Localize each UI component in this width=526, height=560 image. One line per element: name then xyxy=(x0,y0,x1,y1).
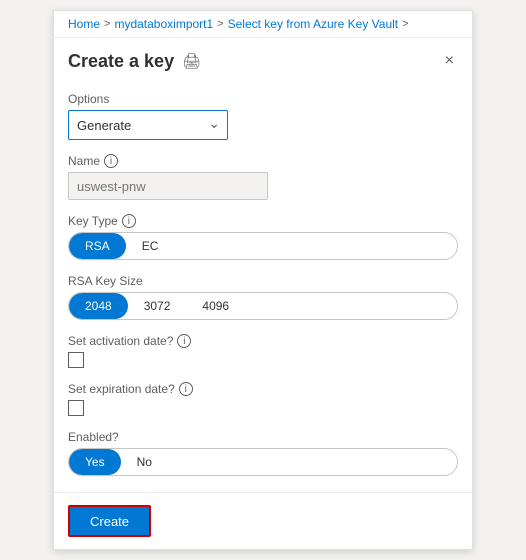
breadcrumb-sep2: > xyxy=(217,18,223,30)
activation-date-label: Set activation date? i xyxy=(68,334,458,348)
key-type-rsa-button[interactable]: RSA xyxy=(69,233,126,259)
enabled-no-button[interactable]: No xyxy=(121,449,168,475)
expiration-date-label: Set expiration date? i xyxy=(68,382,458,396)
key-type-field: Key Type i RSA EC xyxy=(68,214,458,260)
key-type-info-icon[interactable]: i xyxy=(122,214,136,228)
enabled-toggle: Yes No xyxy=(68,448,458,476)
activation-info-icon[interactable]: i xyxy=(177,334,191,348)
breadcrumb-sep1: > xyxy=(104,18,110,30)
name-label: Name i xyxy=(68,154,458,168)
create-button[interactable]: Create xyxy=(68,505,151,537)
rsa-size-4096-button[interactable]: 4096 xyxy=(186,293,245,319)
rsa-key-size-toggle: 2048 3072 4096 xyxy=(68,292,458,320)
rsa-size-2048-button[interactable]: 2048 xyxy=(69,293,128,319)
create-key-panel: Home > mydataboximport1 > Select key fro… xyxy=(53,10,473,550)
breadcrumb-step2[interactable]: Select key from Azure Key Vault xyxy=(228,17,399,31)
key-type-toggle: RSA EC xyxy=(68,232,458,260)
activation-checkbox[interactable] xyxy=(68,352,84,368)
breadcrumb-sep3: > xyxy=(402,18,408,30)
expiration-checkbox-wrapper xyxy=(68,400,458,416)
breadcrumb-step1[interactable]: mydataboximport1 xyxy=(114,17,213,31)
name-info-icon[interactable]: i xyxy=(104,154,118,168)
key-type-ec-button[interactable]: EC xyxy=(126,233,175,259)
name-input[interactable] xyxy=(68,172,268,200)
close-button[interactable]: × xyxy=(441,50,458,72)
expiration-checkbox[interactable] xyxy=(68,400,84,416)
enabled-field: Enabled? Yes No xyxy=(68,430,458,476)
breadcrumb: Home > mydataboximport1 > Select key fro… xyxy=(54,11,472,38)
activation-date-field: Set activation date? i xyxy=(68,334,458,368)
enabled-label: Enabled? xyxy=(68,430,458,444)
enabled-yes-button[interactable]: Yes xyxy=(69,449,121,475)
page-title: Create a key xyxy=(68,51,174,72)
options-select[interactable]: Generate Import Restore from Backup xyxy=(68,110,228,140)
expiration-date-field: Set expiration date? i xyxy=(68,382,458,416)
form-content: Options Generate Import Restore from Bac… xyxy=(54,76,472,492)
name-field: Name i xyxy=(68,154,458,200)
options-select-wrapper: Generate Import Restore from Backup xyxy=(68,110,228,140)
options-label: Options xyxy=(68,92,458,106)
panel-header: Create a key 🖨 × xyxy=(54,38,472,76)
key-type-label: Key Type i xyxy=(68,214,458,228)
expiration-info-icon[interactable]: i xyxy=(179,382,193,396)
rsa-size-3072-button[interactable]: 3072 xyxy=(128,293,187,319)
rsa-key-size-field: RSA Key Size 2048 3072 4096 xyxy=(68,274,458,320)
print-icon[interactable]: 🖨 xyxy=(182,52,201,70)
activation-checkbox-wrapper xyxy=(68,352,458,368)
breadcrumb-home[interactable]: Home xyxy=(68,17,100,31)
header-left: Create a key 🖨 xyxy=(68,51,201,72)
panel-footer: Create xyxy=(54,492,472,549)
options-field: Options Generate Import Restore from Bac… xyxy=(68,92,458,140)
rsa-key-size-label: RSA Key Size xyxy=(68,274,458,288)
